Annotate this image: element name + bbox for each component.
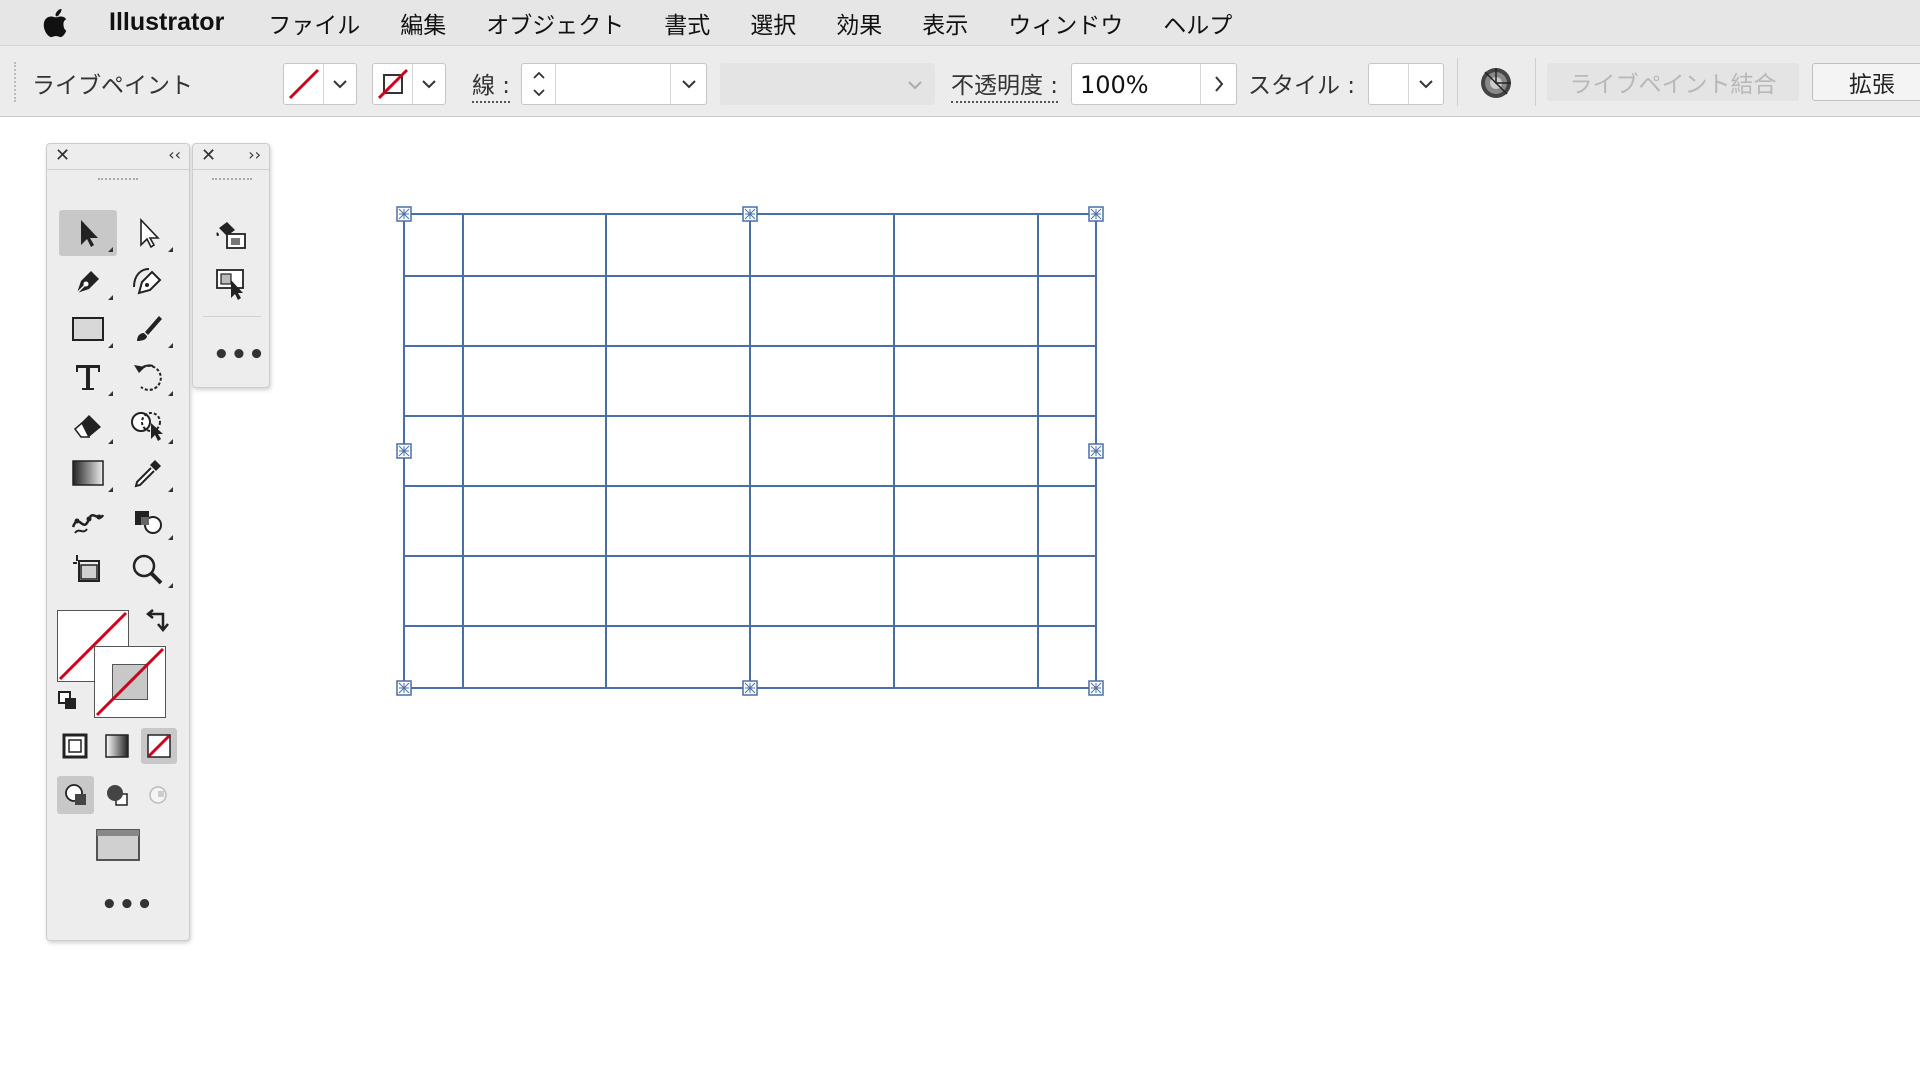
resize-handle[interactable] [396,206,412,222]
fill-dropdown[interactable] [324,64,356,104]
resize-handle[interactable] [396,680,412,696]
resize-handle[interactable] [1088,443,1104,459]
divider [1535,58,1536,106]
menu-help[interactable]: ヘルプ [1163,6,1232,40]
menu-effect[interactable]: 効果 [836,6,882,40]
menu-type[interactable]: 書式 [664,6,710,40]
chevron-down-icon [908,81,922,90]
apple-logo-icon[interactable] [41,8,69,38]
stroke-weight-label[interactable]: 線 : [472,66,511,103]
expand-button[interactable]: 拡張 [1812,63,1920,101]
stroke-weight-stepper[interactable] [522,64,556,104]
recolor-artwork-icon[interactable] [1480,67,1512,99]
style-label: スタイル : [1248,73,1356,99]
artboard-canvas[interactable] [0,118,1920,1080]
app-name-menu[interactable]: Illustrator [109,8,224,37]
graphic-style-dropdown[interactable] [1409,64,1443,104]
stroke-weight-dropdown[interactable] [670,64,706,104]
opacity-expand-button[interactable] [1200,64,1236,104]
resize-handle[interactable] [396,443,412,459]
stroke-swatch-control[interactable] [372,63,446,105]
chevron-down-icon [422,80,436,89]
stroke-weight-value[interactable] [556,64,670,104]
control-bar: ライブペイント 線 : 不透明度: 100% スタイル: ライブペイント結合… [0,45,1920,117]
menu-edit[interactable]: 編集 [400,6,446,40]
control-bar-grip[interactable] [14,62,16,102]
resize-handle[interactable] [1088,680,1104,696]
menu-bar: Illustrator ファイル 編集 オブジェクト 書式 選択 効果 表示 ウ… [0,0,1920,45]
stroke-none-icon [377,68,408,100]
live-paint-group[interactable] [403,213,1097,689]
chevron-down-icon [333,80,347,89]
menu-file[interactable]: ファイル [268,6,360,40]
resize-handle[interactable] [742,206,758,222]
opacity-value[interactable]: 100% [1072,64,1200,104]
stroke-weight-field[interactable] [521,63,707,105]
menu-window[interactable]: ウィンドウ [1008,6,1123,40]
live-paint-merge-button[interactable]: ライブペイント結合 [1547,63,1799,101]
chevron-right-icon [1214,76,1223,92]
resize-handle[interactable] [1088,206,1104,222]
none-swatch-icon [288,68,319,100]
chevron-down-icon [1419,80,1433,89]
variable-width-profile-dropdown[interactable] [720,63,935,105]
opacity-field[interactable]: 100% [1071,63,1237,105]
resize-handle[interactable] [742,680,758,696]
opacity-label[interactable]: 不透明度 : [951,66,1059,103]
current-tool-name: ライブペイント [32,73,193,99]
graphic-style-swatch[interactable] [1369,64,1409,104]
menu-select[interactable]: 選択 [750,6,796,40]
fill-swatch-control[interactable] [283,63,357,105]
stroke-dropdown[interactable] [413,64,445,104]
menu-object[interactable]: オブジェクト [486,6,624,40]
stepper-arrows-icon [532,71,545,97]
menu-view[interactable]: 表示 [922,6,968,40]
graphic-style-control[interactable] [1368,63,1444,105]
divider [1457,58,1458,106]
chevron-down-icon [681,80,696,89]
fill-none-swatch[interactable] [284,64,324,104]
stroke-none-swatch[interactable] [373,64,413,104]
